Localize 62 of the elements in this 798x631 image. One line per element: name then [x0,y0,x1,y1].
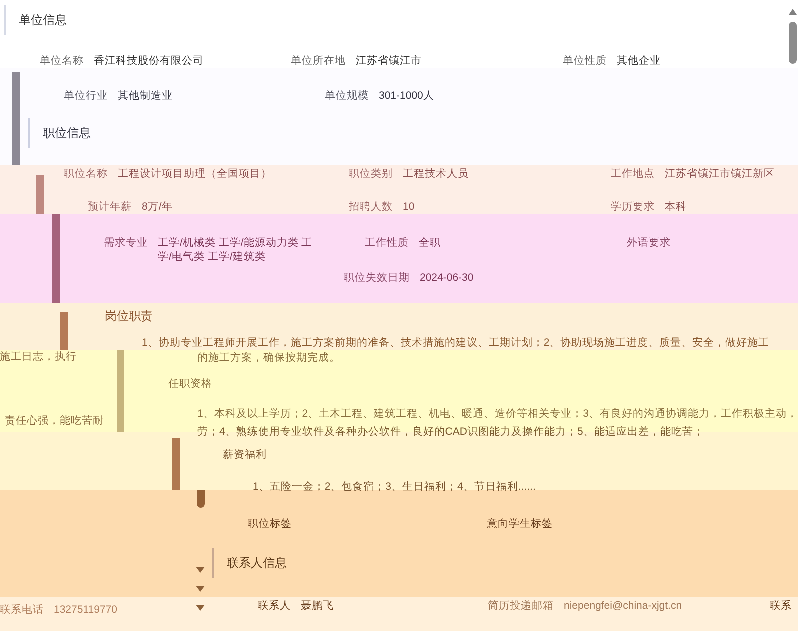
field-value: 香江科技股份有限公司 [94,54,204,68]
field-value: 其他企业 [617,54,661,68]
vertical-stripe [60,312,68,350]
field-label: 职位类别 [349,167,393,181]
down-triangle-icon [196,586,205,592]
text-line: 1、五险一金；2、包食宿；3、生日福利；4、节日福利...... [253,480,536,494]
vertical-stripe [36,175,44,214]
field-label: 联系人 [258,599,291,613]
field-value: niepengfei@china-xjgt.cn [564,599,682,613]
section-title: 职位信息 [43,125,91,141]
field-label: 外语要求 [627,236,671,250]
field-label: 职位名称 [64,167,108,181]
text-line: 1、本科及以上学历；2、土木工程、建筑工程、机电、暖通、造价等相关专业；3、有良好的沟通协调能力，工作积极主动， [197,407,798,421]
field-label: 单位名称 [40,54,84,68]
field-label: 工作性质 [365,236,409,250]
subsection-title: 任职资格 [168,377,212,391]
field-value: 2024-06-30 [420,271,474,285]
field-value: 江苏省镇江市镇江新区 [665,167,775,181]
field-label: 联系 [770,599,792,613]
vertical-stripe [172,438,180,490]
accent-bar [212,548,214,578]
field-value: 301-1000人 [379,89,434,103]
tag-heading: 职位标签 [248,517,292,531]
field-value: 聂鹏飞 [301,599,334,613]
field-value: 工学/机械类 工学/能源动力类 工学/电气类 工学/建筑类 [158,236,314,264]
subsection-title: 薪资福利 [223,448,267,462]
down-triangle-icon [196,567,205,573]
section-title: 单位信息 [19,12,67,28]
accent-bar [4,5,6,35]
field-label: 简历投递邮箱 [488,599,554,613]
text-line: 施工日志，执行 [0,350,77,364]
field-label: 预计年薪 [88,200,132,214]
field-label: 单位性质 [563,54,607,68]
section-title: 联系人信息 [227,555,287,571]
text-line: 责任心强，能吃苦耐 [5,414,104,428]
field-value: 13275119770 [54,603,118,617]
field-value: 全职 [419,236,441,250]
accent-bar [28,118,30,148]
scroll-up-icon[interactable] [788,9,796,15]
section-title: 岗位职责 [105,308,153,324]
field-label: 职位失效日期 [344,271,410,285]
field-label: 联系电话 [0,603,44,617]
tag-heading: 意向学生标签 [487,517,553,531]
text-line: 劳；4、熟练使用专业软件及各种办公软件，良好的CAD识图能力及操作能力；5、能适应出差，能吃苦； [197,425,704,439]
field-label: 工作地点 [611,167,655,181]
field-label: 单位规模 [325,89,369,103]
field-label: 单位行业 [64,89,108,103]
text-line: 的施工方案，确保按期完成。 [197,351,340,365]
vertical-stripe [196,490,204,508]
field-value: 10 [403,200,415,214]
field-label: 招聘人数 [349,200,393,214]
text-line: 1、协助专业工程师开展工作，施工方案前期的准备、技术措施的建议、工期计划；2、协助现场施工进度、质量、安全，做好施工 [142,336,770,350]
field-label: 需求专业 [104,236,148,250]
field-value: 8万/年 [142,200,173,214]
field-value: 江苏省镇江市 [356,54,422,68]
field-value: 工程技术人员 [403,167,469,181]
field-value: 工程设计项目助理（全国项目） [118,167,272,181]
down-triangle-icon [196,605,205,611]
field-value: 本科 [665,200,687,214]
field-label: 单位所在地 [291,54,346,68]
field-value: 其他制造业 [118,89,173,103]
field-label: 学历要求 [611,200,655,214]
